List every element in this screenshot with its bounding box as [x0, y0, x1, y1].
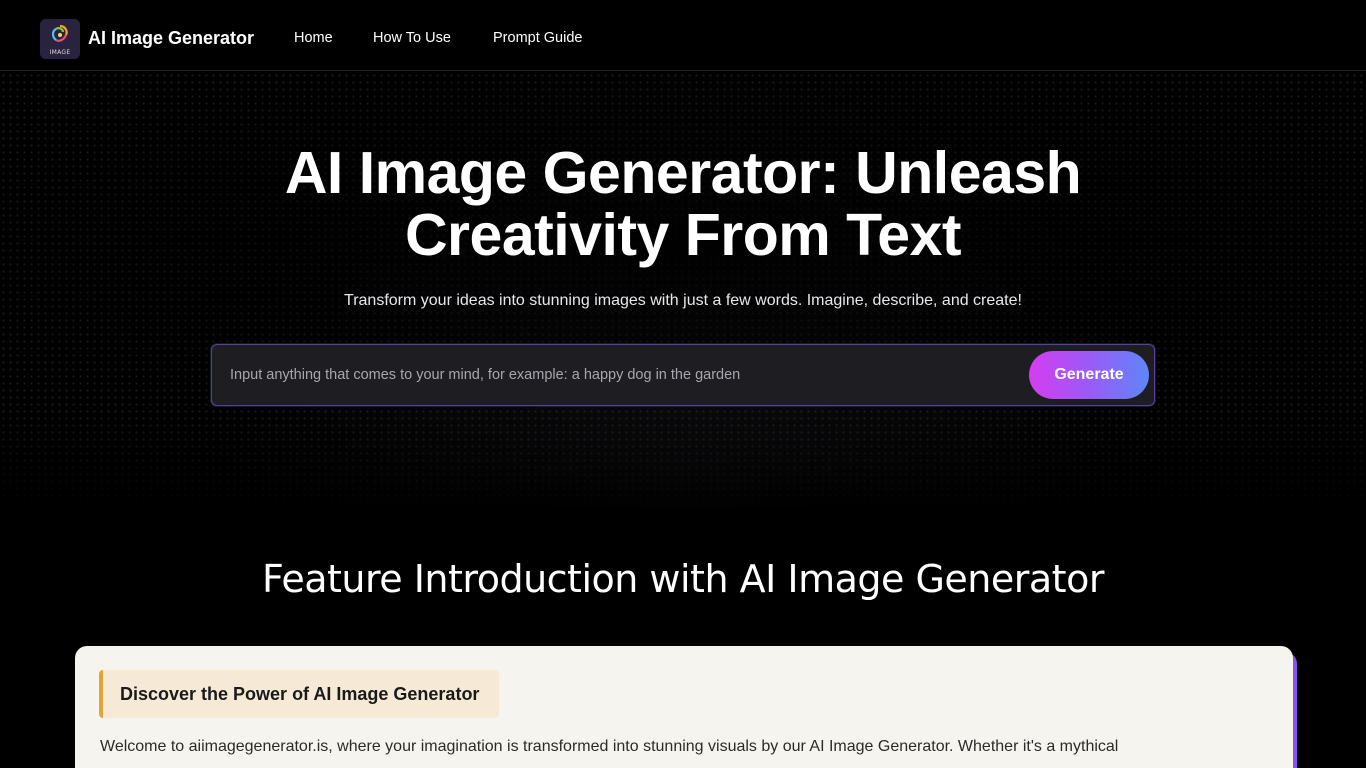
logo[interactable]: IMAGE: [40, 19, 80, 59]
feature-card-tag-text: Discover the Power of AI Image Generator: [120, 684, 480, 704]
nav-link-home[interactable]: Home: [294, 30, 333, 46]
hero-subtitle: Transform your ideas into stunning image…: [344, 292, 1022, 309]
brand-name[interactable]: AI Image Generator: [88, 28, 254, 49]
prompt-input[interactable]: [218, 360, 1018, 390]
hero-title-line-1: AI Image Generator: Unleash: [284, 140, 1082, 206]
feature-heading: Feature Introduction with AI Image Gener…: [262, 557, 1104, 601]
logo-caption: IMAGE: [49, 49, 71, 56]
hero-bottom-fade: [0, 412, 1366, 512]
hero-title: AI Image Generator: Unleash Creativity F…: [183, 142, 1183, 266]
nav-link-prompt-guide[interactable]: Prompt Guide: [493, 30, 582, 46]
hero-title-line-2: Creativity From Text: [404, 202, 962, 268]
generate-button[interactable]: Generate: [1029, 351, 1149, 399]
nav-link-how-to-use[interactable]: How To Use: [373, 30, 451, 46]
top-navbar: IMAGE AI Image Generator Home How To Use…: [0, 0, 1366, 71]
feature-card-body: Welcome to aiimagegenerator.is, where yo…: [100, 738, 1119, 755]
